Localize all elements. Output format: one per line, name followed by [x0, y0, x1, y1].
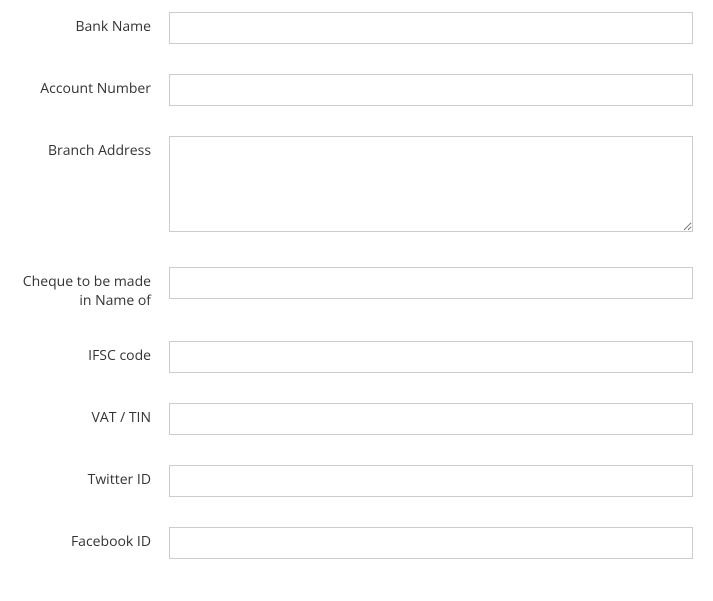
cheque-name-input[interactable] [169, 267, 693, 299]
input-col [169, 403, 699, 435]
input-col [169, 74, 699, 106]
input-col [169, 136, 699, 237]
form-row-branch-address: Branch Address [0, 136, 713, 237]
input-col [169, 267, 699, 299]
input-col [169, 341, 699, 373]
label-cheque-name: Cheque to be made in Name of [14, 267, 169, 311]
form-row-vat-tin: VAT / TIN [0, 403, 713, 435]
label-bank-name: Bank Name [14, 12, 169, 37]
bank-name-input[interactable] [169, 12, 693, 44]
form-row-cheque-name: Cheque to be made in Name of [0, 267, 713, 311]
label-vat-tin: VAT / TIN [14, 403, 169, 428]
label-twitter-id: Twitter ID [14, 465, 169, 490]
form-row-ifsc-code: IFSC code [0, 341, 713, 373]
vat-tin-input[interactable] [169, 403, 693, 435]
ifsc-code-input[interactable] [169, 341, 693, 373]
branch-address-textarea[interactable] [169, 136, 693, 232]
form-row-account-number: Account Number [0, 74, 713, 106]
form-row-twitter-id: Twitter ID [0, 465, 713, 497]
facebook-id-input[interactable] [169, 527, 693, 559]
account-number-input[interactable] [169, 74, 693, 106]
input-col [169, 12, 699, 44]
form-row-facebook-id: Facebook ID [0, 527, 713, 559]
label-branch-address: Branch Address [14, 136, 169, 161]
label-ifsc-code: IFSC code [14, 341, 169, 366]
label-account-number: Account Number [14, 74, 169, 99]
twitter-id-input[interactable] [169, 465, 693, 497]
input-col [169, 527, 699, 559]
label-facebook-id: Facebook ID [14, 527, 169, 552]
input-col [169, 465, 699, 497]
form-row-bank-name: Bank Name [0, 12, 713, 44]
